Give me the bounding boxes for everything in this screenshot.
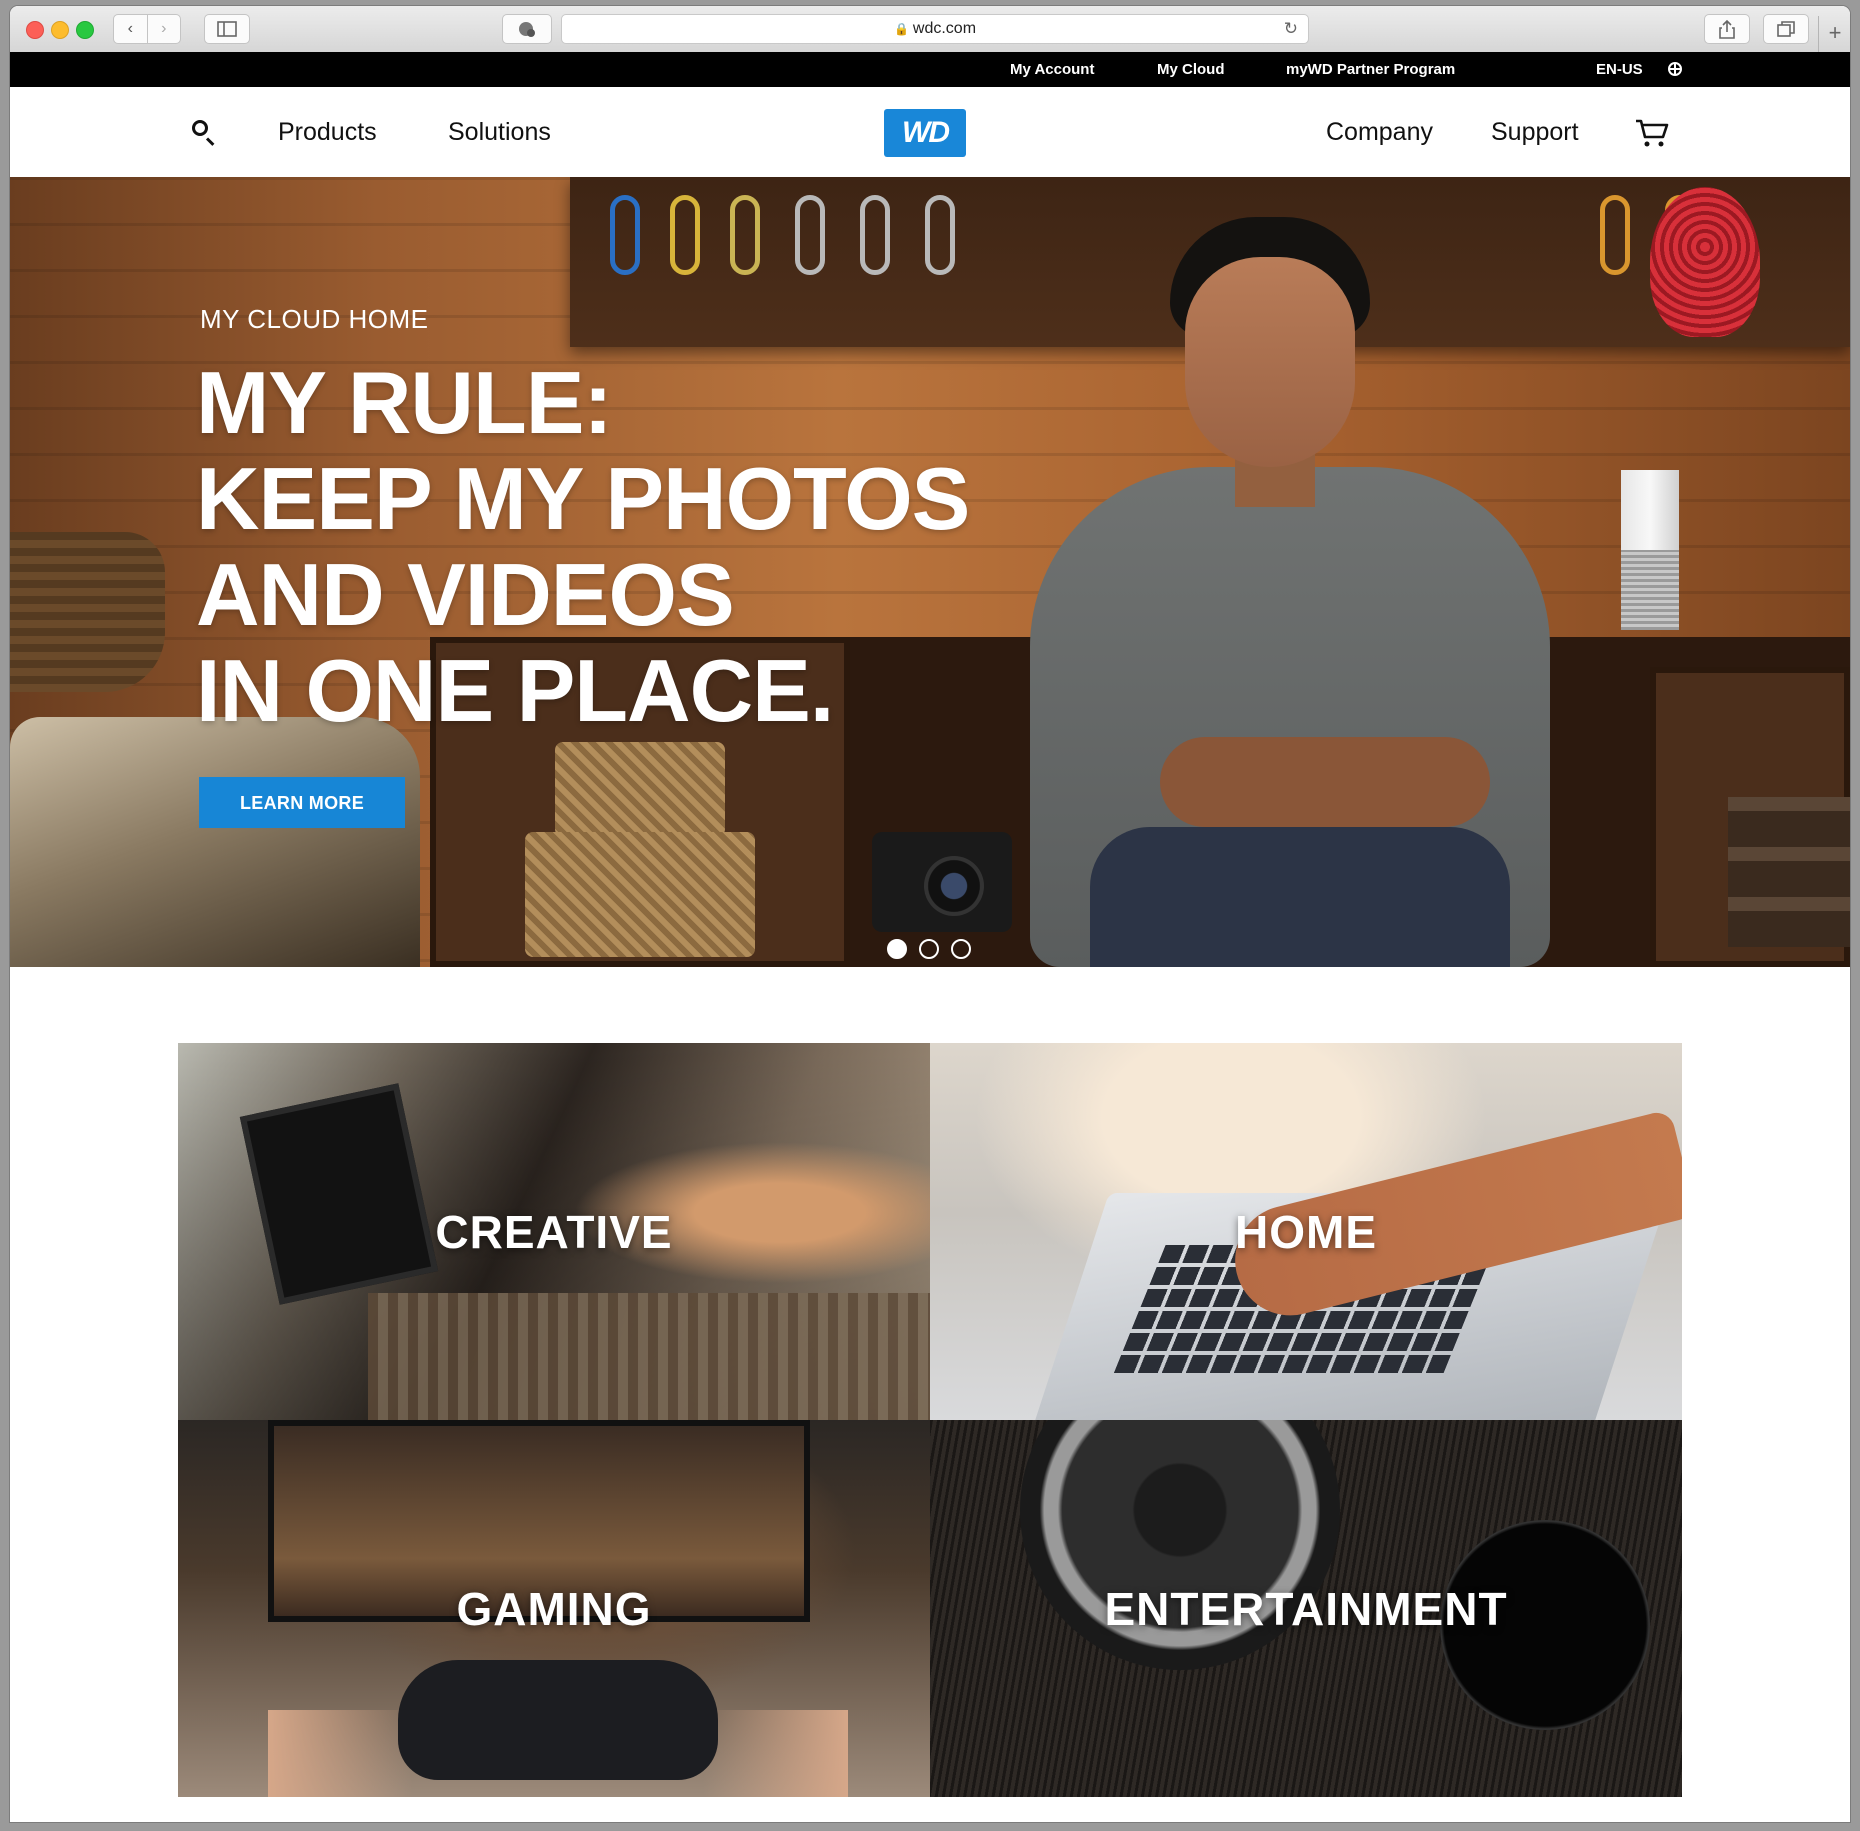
boxes-graphic: [1728, 797, 1850, 947]
hero-banner: MY CLOUD HOME MY RULE: KEEP MY PHOTOS AN…: [10, 177, 1850, 967]
nav-products[interactable]: Products: [278, 87, 377, 177]
basket-graphic: [10, 532, 165, 692]
wd-logo[interactable]: WD: [884, 109, 966, 157]
hero-eyebrow: MY CLOUD HOME: [200, 304, 429, 334]
carabiner-graphic: [670, 195, 700, 275]
main-nav: Products Solutions WD Company Support: [10, 87, 1850, 177]
nav-company[interactable]: Company: [1326, 87, 1433, 177]
chevron-right-icon[interactable]: ›: [146, 15, 181, 43]
globe-icon[interactable]: [1668, 62, 1682, 76]
carabiner-graphic: [795, 195, 825, 275]
chevron-left-icon[interactable]: ‹: [114, 15, 147, 43]
locale-selector[interactable]: EN-US: [1596, 52, 1643, 87]
my-cloud-device-photo: [1621, 470, 1679, 630]
nav-support[interactable]: Support: [1491, 87, 1579, 177]
hero-headline: MY RULE: KEEP MY PHOTOS AND VIDEOS IN ON…: [196, 353, 970, 740]
my-cloud-link[interactable]: My Cloud: [1157, 52, 1225, 87]
camera-rig-graphic: [239, 1083, 439, 1305]
tile-label: ENTERTAINMENT: [1104, 1582, 1508, 1635]
sidebar-icon[interactable]: [204, 14, 250, 44]
browser-window: ‹ › 🔒 wdc.com ↻ + My Account My Cloud myW…: [10, 6, 1850, 1822]
hero-person-photo: [1030, 217, 1550, 967]
utility-bar: My Account My Cloud myWD Partner Program…: [10, 52, 1850, 87]
tile-entertainment[interactable]: ENTERTAINMENT: [930, 1420, 1682, 1797]
hero-headline-line: IN ONE PLACE.: [196, 641, 834, 740]
partner-program-link[interactable]: myWD Partner Program: [1286, 52, 1455, 87]
address-bar[interactable]: 🔒 wdc.com ↻: [561, 14, 1309, 44]
gamepad-graphic: [398, 1660, 718, 1780]
carabiner-graphic: [730, 195, 760, 275]
tabs-icon[interactable]: [1763, 14, 1809, 44]
carabiner-graphic: [1600, 195, 1630, 275]
maximize-window-button[interactable]: [76, 21, 94, 39]
hero-headline-line: AND VIDEOS: [196, 545, 735, 644]
reload-icon[interactable]: ↻: [1284, 15, 1298, 43]
tile-creative[interactable]: CREATIVE: [178, 1043, 930, 1420]
cart-icon[interactable]: [1635, 118, 1669, 148]
lock-icon: 🔒: [893, 22, 909, 36]
search-icon[interactable]: [192, 120, 208, 136]
browser-toolbar: ‹ › 🔒 wdc.com ↻ +: [10, 6, 1850, 53]
tile-home[interactable]: HOME: [930, 1043, 1682, 1420]
share-icon[interactable]: [1704, 14, 1750, 44]
tile-label: GAMING: [456, 1582, 652, 1635]
camera-graphic: [872, 832, 1012, 932]
my-account-link[interactable]: My Account: [1010, 52, 1094, 87]
shirt-graphic: [368, 1293, 930, 1420]
carousel-dot-2[interactable]: [919, 939, 939, 959]
hero-headline-line: MY RULE:: [196, 353, 613, 452]
learn-more-button[interactable]: LEARN MORE: [199, 777, 405, 828]
minimize-window-button[interactable]: [51, 21, 69, 39]
carousel-dot-3[interactable]: [951, 939, 971, 959]
tile-label: CREATIVE: [435, 1205, 673, 1258]
tile-label: HOME: [1235, 1205, 1377, 1258]
close-window-button[interactable]: [26, 21, 44, 39]
url-text: wdc.com: [912, 20, 977, 37]
hero-headline-line: KEEP MY PHOTOS: [196, 449, 970, 548]
carabiner-graphic: [610, 195, 640, 275]
plus-icon[interactable]: +: [1818, 16, 1850, 52]
extension-icon[interactable]: [502, 14, 552, 44]
carabiner-graphic: [925, 195, 955, 275]
rope-graphic: [1650, 187, 1760, 337]
basket-graphic: [555, 742, 725, 837]
tile-gaming[interactable]: GAMING: [178, 1420, 930, 1797]
rock-graphic: [10, 717, 420, 967]
history-nav: ‹ ›: [113, 14, 181, 44]
nav-solutions[interactable]: Solutions: [448, 87, 551, 177]
carabiner-graphic: [860, 195, 890, 275]
basket-graphic: [525, 832, 755, 957]
carousel-dot-1[interactable]: [887, 939, 907, 959]
